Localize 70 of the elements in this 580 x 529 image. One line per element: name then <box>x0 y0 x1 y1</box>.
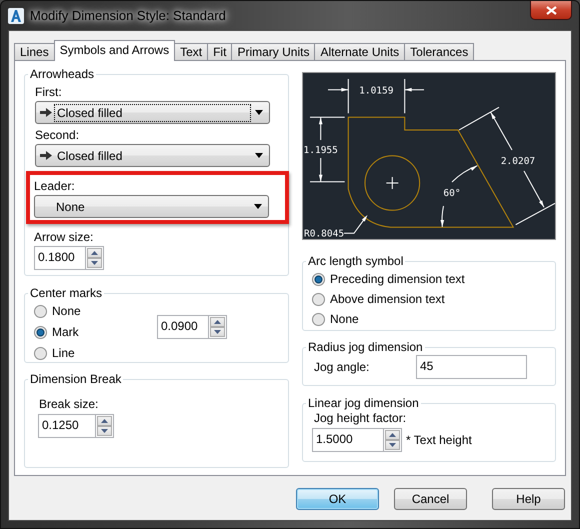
field-label: Second: <box>35 128 80 142</box>
group-title: Dimension Break <box>29 372 122 386</box>
tab[interactable]: Lines <box>14 43 55 60</box>
tab[interactable]: Fit <box>207 43 232 60</box>
field-label: Arrow size: <box>34 230 94 244</box>
number-field[interactable]: 0.1250 <box>38 414 96 438</box>
down-triangle-icon <box>389 443 396 447</box>
arrow-icon <box>40 108 52 117</box>
up-triangle-icon <box>101 419 108 423</box>
tab[interactable]: Symbols and Arrows <box>54 40 176 61</box>
up-triangle-icon <box>214 320 221 324</box>
dialog-button[interactable]: Cancel <box>394 488 467 510</box>
tab[interactable]: Alternate Units <box>314 43 406 60</box>
number-field[interactable]: 45 <box>416 355 527 379</box>
dialog-button[interactable]: Help <box>492 488 565 510</box>
app-icon <box>8 8 24 24</box>
tab[interactable]: Text <box>174 43 208 60</box>
down-triangle-icon <box>101 429 108 433</box>
dimension-label: 60° <box>443 188 461 199</box>
dropdown[interactable]: Closed filled <box>35 144 270 167</box>
spin-down-button[interactable] <box>385 440 400 450</box>
dimension-label: 1.1955 <box>304 145 338 156</box>
spin-up-button[interactable] <box>97 416 112 426</box>
field-label: Leader: <box>34 179 76 193</box>
hole-circle <box>364 155 420 211</box>
number-field[interactable]: 0.1800 <box>34 246 86 270</box>
number-field[interactable]: 0.0900 <box>157 315 209 339</box>
field-label: Jog height factor: <box>313 411 408 425</box>
close-button[interactable] <box>530 1 572 20</box>
spin-down-button[interactable] <box>97 426 112 436</box>
field-label: Jog angle: <box>313 360 370 374</box>
tab[interactable]: Tolerances <box>404 43 474 60</box>
spin-down-button[interactable] <box>87 258 102 268</box>
group-title: Arc length symbol <box>307 254 404 268</box>
caret-icon <box>255 110 263 115</box>
spin-up-button[interactable] <box>210 317 225 327</box>
center-mark-icon <box>386 176 399 190</box>
caret-icon <box>255 153 263 158</box>
spin-up-button[interactable] <box>385 430 400 440</box>
number-field[interactable]: 1.5000 <box>312 428 384 452</box>
radio-option[interactable]: Line <box>34 343 75 363</box>
radio-option[interactable]: Above dimension text <box>312 289 445 309</box>
radio-option[interactable]: Preceding dimension text <box>312 269 465 289</box>
field-label: Break size: <box>38 397 100 411</box>
radio-option[interactable]: None <box>34 301 81 321</box>
arrow-icon <box>40 151 52 160</box>
field-label: First: <box>35 85 63 99</box>
dialog-button[interactable]: OK <box>296 488 379 510</box>
dimension-label: 2.0207 <box>500 156 536 167</box>
tab[interactable]: Primary Units <box>231 43 316 60</box>
group-title: Linear jog dimension <box>307 396 420 410</box>
radio-option[interactable]: None <box>312 309 359 329</box>
dropdown[interactable]: None <box>34 195 269 218</box>
dropdown[interactable]: Closed filled <box>35 101 270 124</box>
dimension-line <box>344 215 368 234</box>
spin-up-button[interactable] <box>87 248 102 258</box>
close-icon <box>546 6 556 14</box>
up-triangle-icon <box>389 433 396 437</box>
group-title: Radius jog dimension <box>307 340 424 354</box>
spin-down-button[interactable] <box>210 327 225 337</box>
caret-icon <box>254 204 262 209</box>
up-triangle-icon <box>91 251 98 255</box>
dimension-label: 1.0159 <box>359 86 394 96</box>
radio-option[interactable]: Mark <box>34 322 79 342</box>
down-triangle-icon <box>214 330 221 334</box>
unit-label: * Text height <box>406 433 472 447</box>
group-title: Center marks <box>29 286 104 300</box>
dimension-label: R0.8045 <box>304 228 344 240</box>
group-title: Arrowheads <box>29 67 96 81</box>
down-triangle-icon <box>91 261 98 265</box>
